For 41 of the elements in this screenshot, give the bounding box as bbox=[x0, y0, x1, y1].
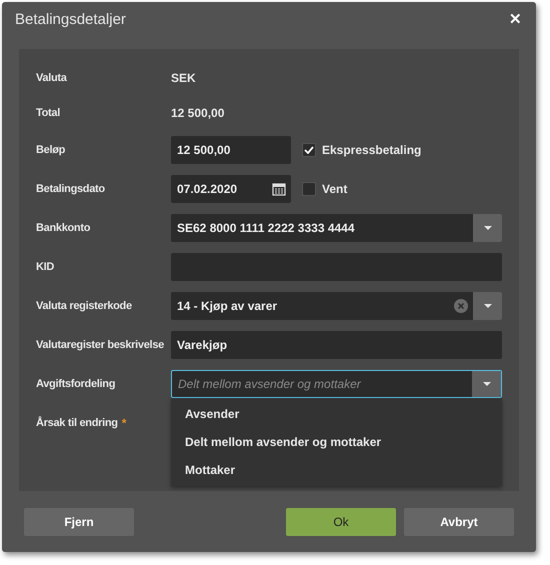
date-field[interactable]: 07.02.2020 bbox=[171, 175, 291, 203]
select-field[interactable]: SE62 8000 1111 2222 3333 4444 bbox=[171, 214, 502, 242]
caret-icon bbox=[482, 382, 490, 386]
caret-icon bbox=[484, 226, 492, 230]
field-label: Betalingsdato bbox=[36, 182, 105, 197]
dropdown-option[interactable]: Avsender bbox=[171, 400, 502, 428]
field-label: KID bbox=[36, 260, 54, 275]
amount-field[interactable]: 12 500,00 bbox=[171, 136, 291, 164]
required-mark: * bbox=[122, 415, 126, 432]
dropdown-option[interactable]: Mottaker bbox=[171, 456, 502, 484]
field-value: 12 500,00 bbox=[171, 105, 224, 122]
dropdown-button[interactable] bbox=[473, 292, 502, 320]
field-label: Valutaregister beskrivelse bbox=[36, 338, 164, 353]
text-field[interactable]: Varekjøp bbox=[171, 331, 502, 359]
field-label: Avgiftsfordeling bbox=[36, 376, 116, 392]
window-title: Betalingsdetaljer bbox=[15, 10, 126, 30]
dialog-button[interactable]: Ok bbox=[286, 508, 396, 536]
field-label: Beløp bbox=[36, 142, 66, 158]
clear-icon[interactable] bbox=[454, 299, 468, 313]
field-label: Total bbox=[36, 106, 60, 121]
close-button[interactable]: ✕ bbox=[509, 8, 522, 32]
select-field[interactable]: 14 - Kjøp av varer bbox=[171, 292, 502, 320]
text-field[interactable] bbox=[171, 253, 502, 281]
caret-icon bbox=[484, 304, 492, 308]
field-label: Valuta registerkode bbox=[36, 298, 132, 314]
checkbox[interactable] bbox=[302, 182, 316, 196]
check-icon bbox=[304, 146, 314, 154]
field-label: Årsak til endring bbox=[36, 415, 118, 431]
checkbox-label: Ekspressbetaling bbox=[322, 142, 422, 159]
select-field[interactable]: Delt mellom avsender og mottaker bbox=[171, 370, 502, 398]
dialog-button[interactable]: Avbryt bbox=[404, 508, 514, 536]
field-label: Valuta bbox=[36, 70, 67, 86]
dropdown-button[interactable] bbox=[473, 214, 502, 242]
field-label: Bankkonto bbox=[36, 220, 90, 236]
dialog-button[interactable]: Fjern bbox=[24, 508, 134, 536]
checkbox[interactable] bbox=[302, 143, 316, 157]
field-value: SEK bbox=[171, 70, 196, 87]
calendar-icon[interactable] bbox=[272, 182, 286, 196]
checkbox-label: Vent bbox=[322, 181, 348, 198]
dropdown-button[interactable] bbox=[472, 371, 501, 397]
dropdown-option[interactable]: Delt mellom avsender og mottaker bbox=[171, 428, 502, 456]
